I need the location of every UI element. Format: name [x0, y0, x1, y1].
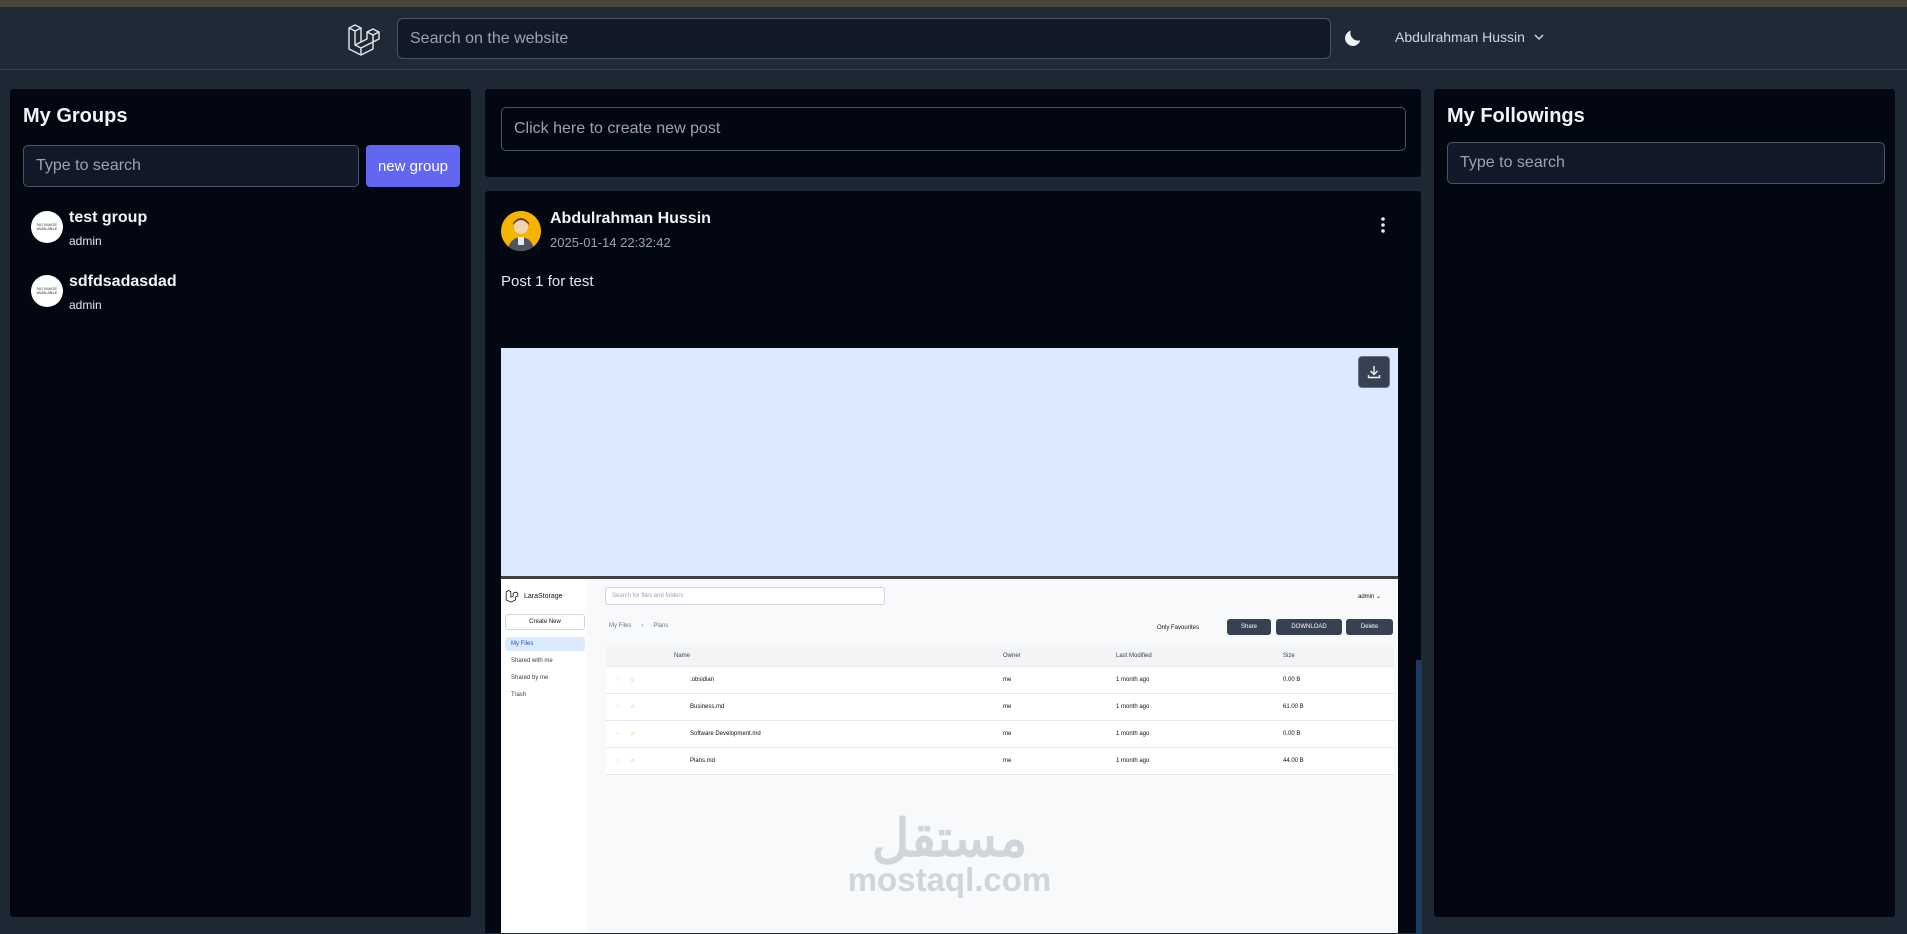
ls-download-button: DOWNLOAD — [1276, 619, 1342, 635]
my-groups-panel: My Groups new group NO IMAGE AVAILABLE t… — [9, 88, 472, 918]
ls-table-row: ○ ☆ Software Development.md me 1 month ag… — [606, 721, 1394, 748]
laravel-logo-icon — [505, 590, 519, 603]
ls-table-row: ○ ☆ Business.md me 1 month ago 61.00 B — [606, 694, 1394, 721]
ls-table-row: ○ ☆ .obsidian me 1 month ago 0.00 B — [606, 667, 1394, 694]
post-author[interactable]: Abdulrahman Hussin — [550, 210, 711, 228]
ls-user: admin ⌄ — [1358, 594, 1382, 600]
site-search-input[interactable] — [397, 18, 1331, 59]
ls-nav-item: My Files — [505, 637, 585, 651]
post-body: Post 1 for test — [501, 273, 594, 290]
ls-logo: LaraStorage — [505, 589, 563, 603]
laravel-logo-icon[interactable] — [346, 21, 382, 57]
groups-search-input[interactable] — [23, 145, 359, 187]
larastorage-screenshot: LaraStorage Create New My Files Shared w… — [501, 576, 1398, 933]
download-attachment-button[interactable] — [1358, 356, 1390, 388]
watermark-arabic: مستقل — [871, 810, 1028, 868]
top-strip — [0, 0, 1907, 7]
ls-crumb-sep: › — [641, 623, 644, 629]
ls-create-new-button: Create New — [505, 614, 585, 630]
user-name: Abdulrahman Hussin — [1395, 29, 1525, 45]
new-group-button[interactable]: new group — [366, 145, 460, 187]
ls-share-button: Share — [1227, 619, 1271, 635]
post-date: 2025-01-14 22:32:42 — [550, 235, 671, 250]
watermark: مستقل mostaql.com — [501, 809, 1398, 899]
ls-nav-item: Shared by me — [511, 675, 549, 681]
ls-nav-item: Shared with me — [511, 658, 553, 664]
group-item[interactable]: NO IMAGE AVAILABLE test group admin — [31, 209, 147, 248]
ls-search: Search for files and folders — [605, 587, 885, 605]
ls-delete-button: Delete — [1346, 619, 1393, 635]
feed-scrollbar[interactable] — [1416, 660, 1422, 934]
group-role: admin — [69, 234, 102, 248]
user-avatar-icon — [501, 211, 541, 251]
ls-crumb: Plans — [653, 623, 669, 629]
author-avatar[interactable] — [501, 211, 541, 251]
chevron-down-icon — [1534, 34, 1544, 41]
my-followings-panel: My Followings — [1433, 88, 1896, 918]
dark-mode-toggle-icon[interactable] — [1342, 27, 1364, 49]
ls-only-favourites: Only Favourites — [1157, 625, 1200, 631]
group-name: sdfdsadasdad — [69, 273, 177, 290]
ls-file-table: Name Owner Last Modified Size ○ ☆ .obsidi… — [606, 645, 1394, 775]
followings-title: My Followings — [1447, 105, 1585, 127]
group-role: admin — [69, 298, 102, 312]
ls-crumb: My Files — [609, 623, 632, 629]
ls-nav-item: Trash — [511, 692, 527, 698]
group-avatar: NO IMAGE AVAILABLE — [31, 275, 63, 307]
create-post-input[interactable] — [501, 107, 1406, 151]
post-card: Abdulrahman Hussin 2025-01-14 22:32:42 P… — [484, 190, 1422, 934]
group-name: test group — [69, 209, 148, 226]
user-menu-button[interactable]: Abdulrahman Hussin — [1395, 29, 1545, 45]
watermark-latin: mostaql.com — [847, 861, 1052, 898]
download-icon — [1367, 366, 1381, 379]
ls-breadcrumb: My Files › Plans — [609, 623, 668, 629]
more-options-icon[interactable] — [1373, 215, 1393, 235]
navbar: Abdulrahman Hussin — [0, 7, 1907, 70]
groups-title: My Groups — [23, 105, 128, 127]
create-post-panel — [484, 88, 1422, 178]
followings-search-input[interactable] — [1447, 142, 1885, 184]
ls-table-header: Name Owner Last Modified Size — [606, 645, 1394, 667]
ls-app-name: LaraStorage — [524, 592, 563, 600]
group-avatar: NO IMAGE AVAILABLE — [31, 211, 63, 243]
post-attachment-image[interactable]: LaraStorage Create New My Files Shared w… — [501, 348, 1398, 933]
group-item[interactable]: NO IMAGE AVAILABLE sdfdsadasdad admin — [31, 273, 177, 312]
ls-table-row: ○ ☆ Plans.md me 1 month ago 44.00 B — [606, 748, 1394, 775]
